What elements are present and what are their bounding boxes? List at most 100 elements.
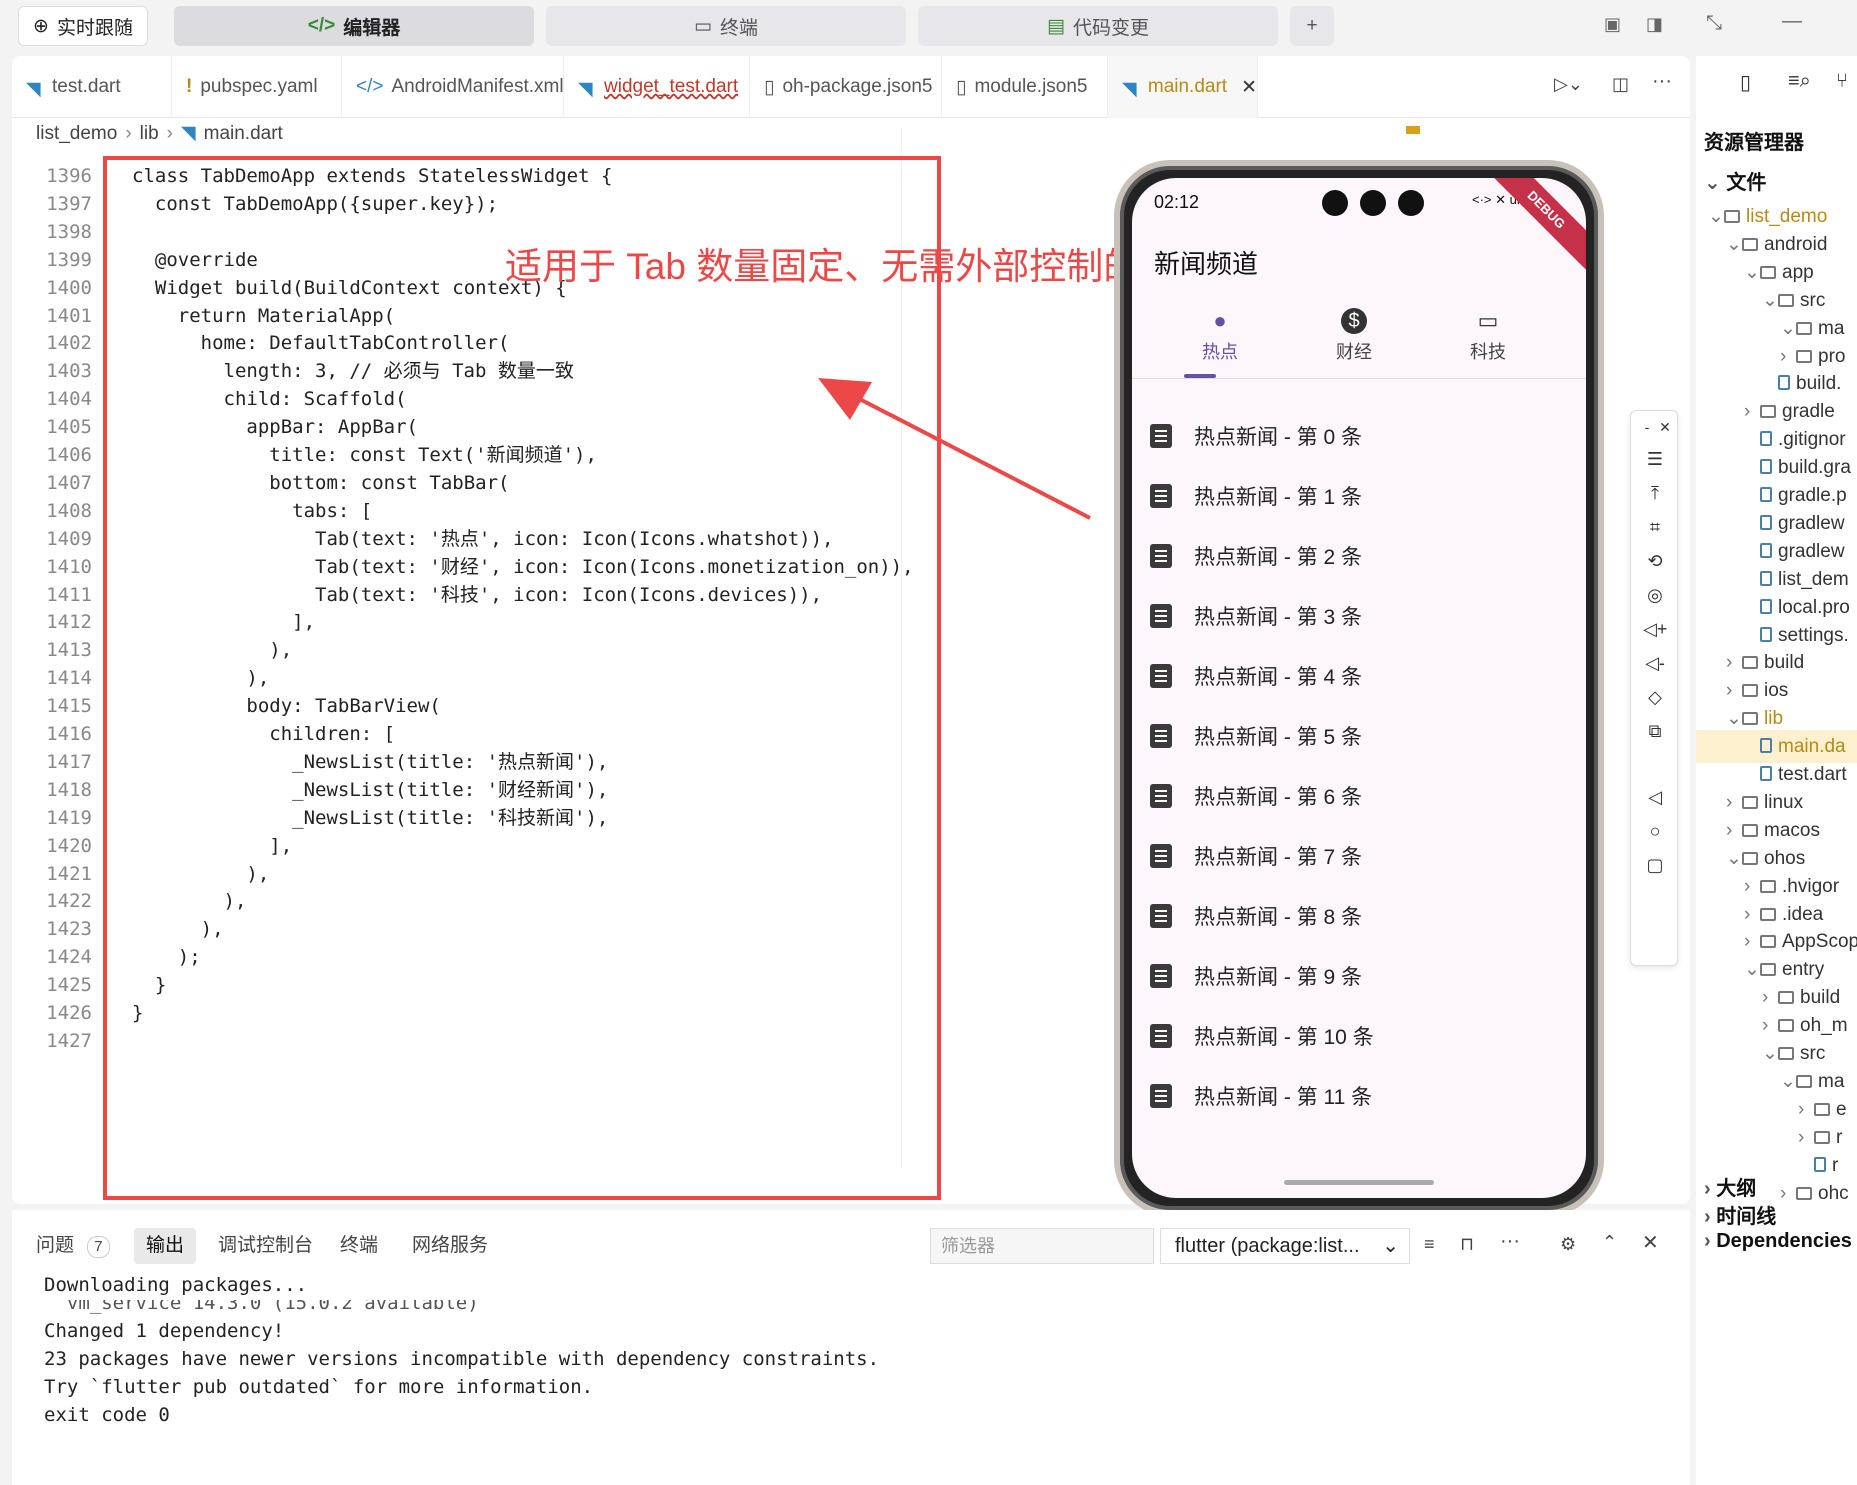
phone-tab-finance[interactable]: $ 财经 <box>1284 308 1424 364</box>
rotate-icon[interactable]: ⟲ <box>1643 549 1667 573</box>
volume-down-icon[interactable]: ◁- <box>1643 651 1667 675</box>
chevron-right-icon: › <box>1780 1182 1787 1204</box>
article-icon <box>1150 904 1172 928</box>
list-item-label: 热点新闻 - 第 3 条 <box>1194 606 1363 629</box>
list-item[interactable]: 热点新闻 - 第 1 条 <box>1150 466 1362 526</box>
home-icon[interactable]: ○ <box>1643 819 1667 843</box>
list-item[interactable]: 热点新闻 - 第 10 条 <box>1150 1006 1374 1066</box>
list-item-label: 热点新闻 - 第 0 条 <box>1194 426 1363 449</box>
phone-tab-hot[interactable]: ● 热点 <box>1150 308 1290 364</box>
article-icon <box>1150 784 1172 808</box>
tree-item-label: src <box>1800 1043 1826 1064</box>
more-icon[interactable]: ··· <box>1500 1230 1520 1253</box>
arrow-shaft <box>847 391 1091 520</box>
list-item-label: 热点新闻 - 第 7 条 <box>1194 846 1363 869</box>
article-icon <box>1150 964 1172 988</box>
chevron-up-icon[interactable]: ⌃ <box>1602 1232 1617 1253</box>
folder-icon <box>1742 712 1758 726</box>
folder-icon <box>1724 210 1740 223</box>
close-panel-icon[interactable]: ✕ <box>1642 1230 1659 1255</box>
folder-icon <box>1760 265 1776 279</box>
list-item[interactable]: 热点新闻 - 第 2 条 <box>1150 526 1362 586</box>
tree-item-label: pro <box>1818 345 1846 367</box>
volume-up-icon[interactable]: ◁+ <box>1643 617 1667 641</box>
menu-icon[interactable]: ☰ <box>1643 447 1667 471</box>
lock-icon[interactable]: ⊓ <box>1460 1234 1474 1255</box>
list-item[interactable]: 热点新闻 - 第 5 条 <box>1150 706 1362 766</box>
tree-item-label: gradle.p <box>1778 485 1847 506</box>
files-section[interactable]: ⌄ 文件 <box>1704 166 1766 195</box>
tree-item-label: e <box>1836 1098 1847 1120</box>
screenshot-icon[interactable]: ⧉ <box>1643 719 1667 743</box>
list-item[interactable]: 热点新闻 - 第 9 条 <box>1150 946 1362 1006</box>
article-icon <box>1150 484 1172 508</box>
file-icon <box>1778 375 1790 391</box>
tree-item-label: list_dem <box>1778 568 1849 590</box>
file-icon <box>1760 766 1772 781</box>
folder-icon <box>1760 907 1776 921</box>
list-item[interactable]: 热点新闻 - 第 0 条 <box>1150 406 1362 466</box>
pin-top-icon[interactable]: ⤒ <box>1643 481 1667 505</box>
settings-icon[interactable]: ⚙ <box>1560 1234 1576 1255</box>
list-item-label: 热点新闻 - 第 6 条 <box>1194 786 1363 809</box>
list-item[interactable]: 热点新闻 - 第 7 条 <box>1150 826 1362 886</box>
search-view-icon[interactable]: ≡⌕ <box>1788 70 1811 93</box>
folder-icon <box>1760 963 1776 977</box>
tree-item-label: build. <box>1796 373 1842 395</box>
tree-item-label: gradlew <box>1778 512 1845 534</box>
article-icon <box>1150 604 1172 628</box>
output-line: Changed 1 dependency! <box>44 1320 285 1342</box>
tab-terminal[interactable]: 终端 <box>328 1228 390 1264</box>
timeline-section[interactable]: › 时间线 <box>1704 1200 1776 1229</box>
list-item[interactable]: 热点新闻 - 第 11 条 <box>1150 1066 1372 1126</box>
chevron-right-icon: › <box>1704 1206 1717 1228</box>
camera-dot <box>1360 190 1386 216</box>
status-time: 02:12 <box>1154 192 1200 212</box>
dependencies-section[interactable]: › Dependencies <box>1704 1230 1852 1253</box>
folder-icon <box>1814 1102 1830 1116</box>
tree-item-label: ma <box>1818 1070 1845 1092</box>
tab-network[interactable]: 网络服务 <box>400 1228 500 1264</box>
tree-item-label: linux <box>1764 791 1804 813</box>
tab-debug-console[interactable]: 调试控制台 <box>206 1228 325 1264</box>
list-item[interactable]: 热点新闻 - 第 3 条 <box>1150 586 1362 646</box>
crop-icon[interactable]: ⌗ <box>1643 515 1667 539</box>
tab-problems[interactable]: 问题 7 <box>24 1228 122 1264</box>
location-icon[interactable]: ◎ <box>1643 583 1667 607</box>
folder-icon <box>1742 823 1758 837</box>
tree-item-label: ohc <box>1818 1182 1849 1204</box>
outline-section[interactable]: › 大纲 <box>1704 1172 1756 1201</box>
source-control-icon[interactable]: ⑂ <box>1836 70 1848 93</box>
file-icon <box>1760 598 1772 614</box>
list-item[interactable]: 热点新闻 - 第 4 条 <box>1150 646 1362 706</box>
explorer-panel: ▯ ≡⌕ ⑂ 资源管理器 ⌄ 文件 ⌄ list_demo ⌄ android ⌄ app… <box>1696 56 1857 1485</box>
tree-item-label: gradlew <box>1778 540 1845 562</box>
filter-input[interactable]: 筛选器 <box>930 1228 1154 1264</box>
tree-item-label: entry <box>1782 959 1825 981</box>
clear-output-icon[interactable]: ≡ <box>1424 1234 1435 1255</box>
folder-icon <box>1778 1047 1794 1060</box>
folder-icon <box>1742 795 1758 809</box>
tree-item-label: main.da <box>1778 736 1846 758</box>
tree-item-label: .gitignor <box>1778 429 1846 451</box>
folder-icon <box>1796 1186 1812 1200</box>
list-item[interactable]: 热点新闻 - 第 6 条 <box>1150 766 1362 826</box>
folder-icon <box>1814 1130 1830 1144</box>
output-channel-select[interactable]: flutter (package:list... ⌄ <box>1160 1228 1410 1264</box>
tree-item-label: gradle <box>1782 401 1835 423</box>
rotate-device-icon[interactable]: ◇ <box>1643 685 1667 709</box>
files-view-icon[interactable]: ▯ <box>1740 70 1751 95</box>
tab-output[interactable]: 输出 <box>134 1228 197 1264</box>
output-line: Downloading packages... <box>44 1274 308 1296</box>
back-icon[interactable]: ◁ <box>1643 785 1667 809</box>
tree-item-label: local.pro <box>1778 596 1850 618</box>
list-item-label: 热点新闻 - 第 11 条 <box>1194 1086 1373 1109</box>
list-item[interactable]: 热点新闻 - 第 8 条 <box>1150 886 1362 946</box>
app-bar-title: 新闻频道 <box>1154 249 1259 279</box>
recents-icon[interactable]: ▢ <box>1643 853 1667 877</box>
emulator-toolbar: - ✕ ☰ ⤒ ⌗ ⟲ ◎ ◁+ ◁- ◇ ⧉ ◁ ○ ▢ <box>1630 410 1678 966</box>
close-icon[interactable]: ✕ <box>1653 415 1677 439</box>
home-indicator <box>1284 1180 1434 1185</box>
phone-tab-tech[interactable]: ▭ 科技 <box>1418 308 1558 364</box>
folder-icon <box>1778 991 1794 1005</box>
